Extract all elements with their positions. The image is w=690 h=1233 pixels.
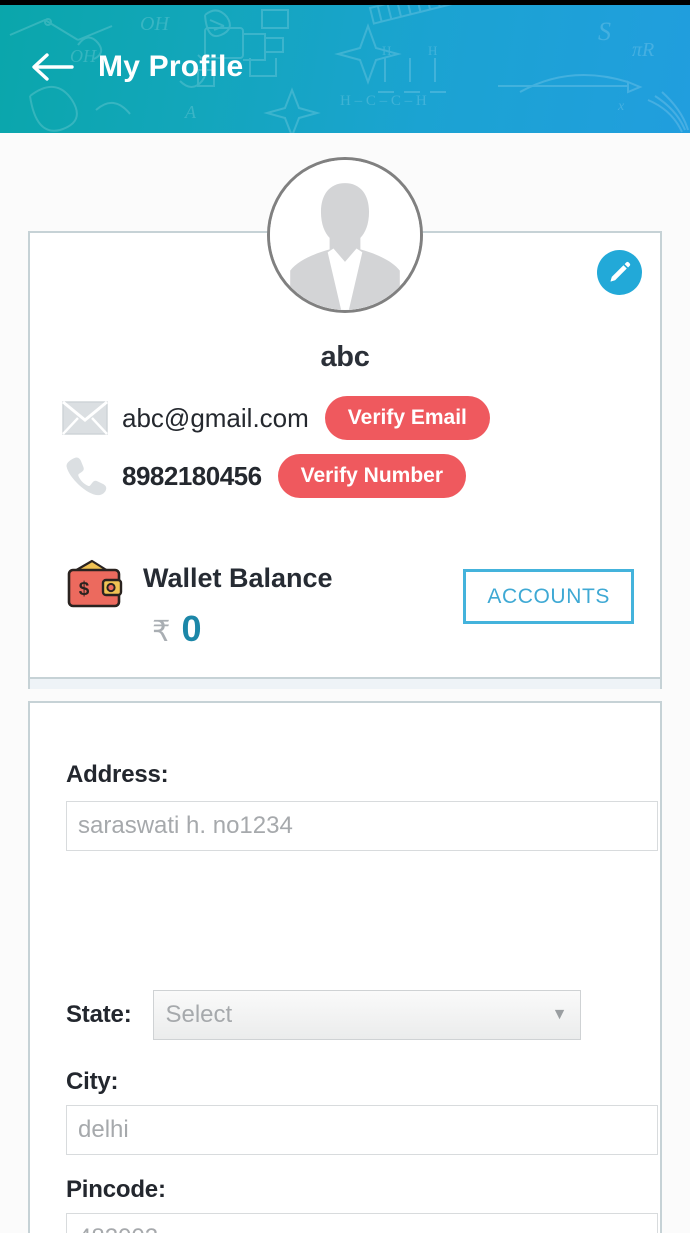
page-title: My Profile <box>98 49 244 83</box>
pencil-icon <box>610 262 631 282</box>
page-body: abc abc@gmail.com Verify Email 898218045… <box>0 133 690 1233</box>
state-select-wrap[interactable]: Select ▼ <box>153 990 582 1040</box>
phone-value: 8982180456 <box>122 460 262 491</box>
avatar[interactable] <box>267 157 423 313</box>
envelope-icon-wrap <box>58 397 112 439</box>
wallet-icon-wrap: $ <box>65 558 123 610</box>
city-input[interactable] <box>66 1105 658 1155</box>
header-bar: My Profile <box>0 0 690 133</box>
accounts-button[interactable]: ACCOUNTS <box>463 569 634 624</box>
email-row: abc@gmail.com Verify Email <box>58 396 490 440</box>
city-label: City: <box>66 1068 119 1095</box>
address-input[interactable] <box>66 801 658 851</box>
wallet-icon: $ <box>67 559 123 608</box>
user-name: abc <box>320 341 370 373</box>
app-header: H – C – C – H H H OH OH A S πR x My Prof… <box>0 0 690 133</box>
card-divider <box>28 679 662 689</box>
city-field-group: City: <box>66 1068 119 1096</box>
envelope-icon <box>62 401 108 435</box>
rupee-symbol: ₹ <box>152 616 171 648</box>
verify-number-button[interactable]: Verify Number <box>277 454 466 498</box>
state-field-group: State: Select ▼ <box>66 990 582 1040</box>
state-label: State: <box>66 1001 132 1028</box>
profile-screen: H – C – C – H H H OH OH A S πR x My Prof… <box>0 0 690 1233</box>
pincode-label: Pincode: <box>66 1176 166 1203</box>
wallet-balance-amount: ₹ 0 <box>152 611 201 649</box>
back-arrow-icon[interactable] <box>30 52 74 82</box>
state-select[interactable]: Select <box>153 990 582 1040</box>
address-label: Address: <box>66 761 169 788</box>
address-field-group: Address: <box>66 761 169 789</box>
wallet-balance-value: 0 <box>181 608 202 649</box>
wallet-balance-label: Wallet Balance <box>143 563 333 593</box>
phone-icon <box>66 457 107 496</box>
pincode-input[interactable] <box>66 1213 658 1233</box>
phone-icon-wrap <box>58 455 112 497</box>
user-silhouette-avatar-icon <box>270 160 420 310</box>
verify-email-button[interactable]: Verify Email <box>324 396 490 440</box>
status-bar <box>0 0 690 5</box>
address-card: Address: State: Select ▼ City: Pincode: … <box>28 701 662 1233</box>
pincode-field-group: Pincode: <box>66 1176 166 1204</box>
phone-row: 8982180456 Verify Number <box>58 454 466 498</box>
svg-text:$: $ <box>79 579 90 600</box>
edit-profile-button[interactable] <box>597 250 642 295</box>
email-value: abc@gmail.com <box>122 402 309 433</box>
